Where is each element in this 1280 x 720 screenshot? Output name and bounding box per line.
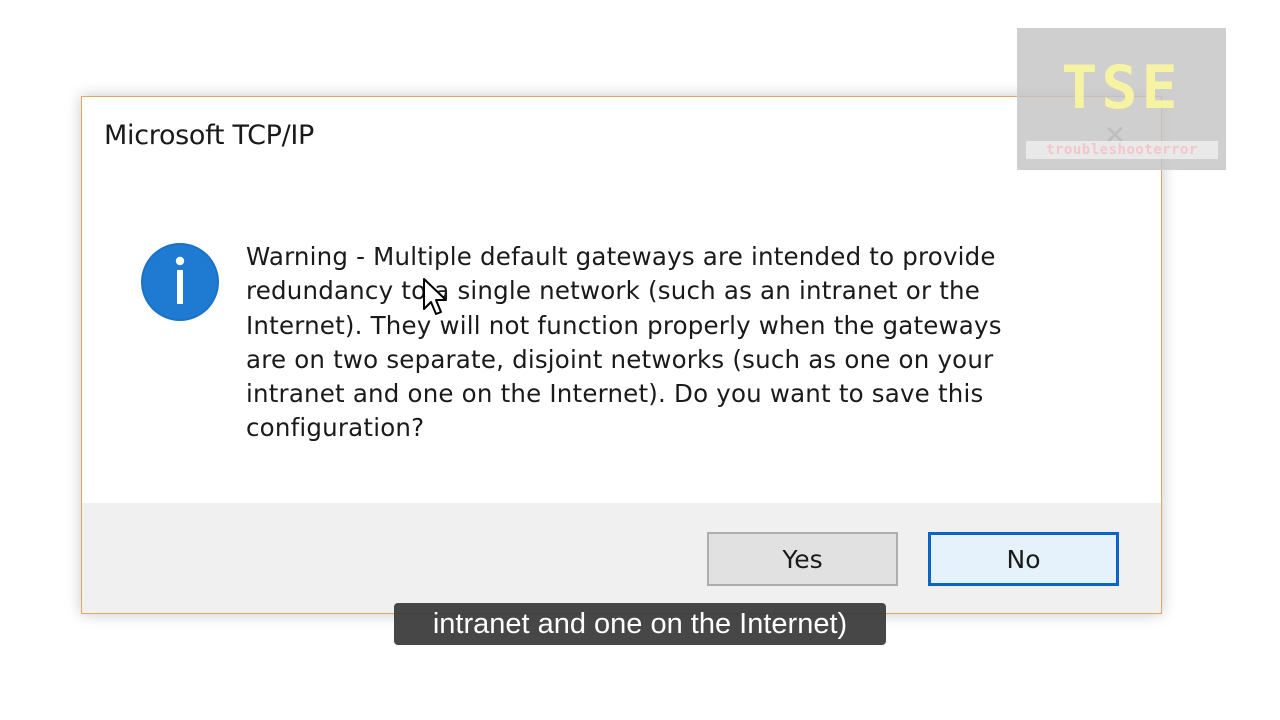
screen: Microsoft TCP/IP ✕ Warning - Multiple de…: [0, 0, 1280, 720]
info-icon: [141, 243, 219, 321]
dialog-title: Microsoft TCP/IP: [104, 120, 315, 151]
mouse-cursor-icon: [423, 278, 447, 315]
dialog-button-bar: Yes No: [82, 503, 1161, 613]
video-caption: intranet and one on the Internet): [394, 603, 886, 645]
yes-button[interactable]: Yes: [707, 532, 898, 586]
no-button[interactable]: No: [928, 532, 1119, 586]
channel-watermark: TSE troubleshooterror: [1017, 28, 1226, 170]
dialog-message: Warning - Multiple default gateways are …: [246, 242, 1002, 443]
watermark-site: troubleshooterror: [1026, 141, 1218, 159]
message-dialog: Microsoft TCP/IP ✕ Warning - Multiple de…: [81, 96, 1162, 614]
watermark-logo: TSE: [1061, 53, 1182, 123]
